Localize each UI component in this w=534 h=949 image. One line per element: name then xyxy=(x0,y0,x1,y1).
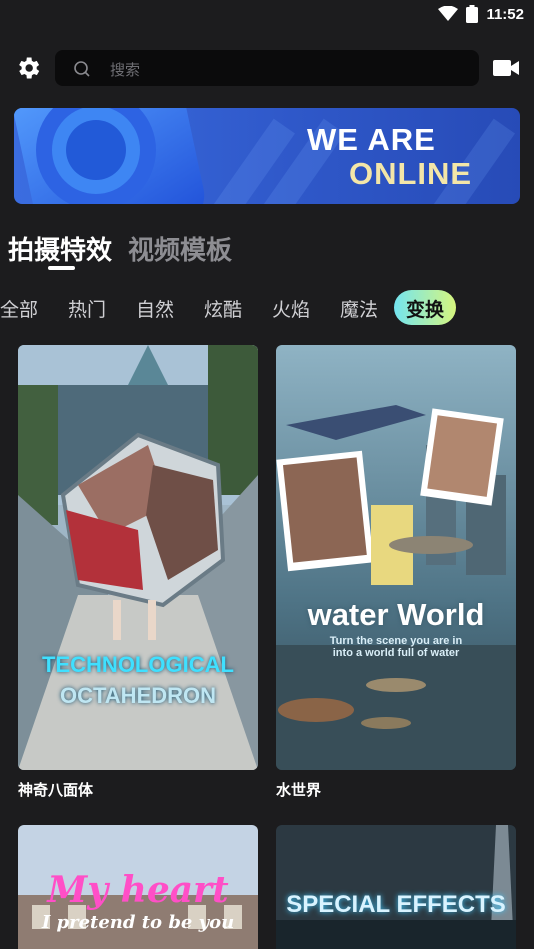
card-overlay-title: My heart xyxy=(47,869,229,911)
gear-icon[interactable] xyxy=(14,54,42,82)
battery-icon xyxy=(466,5,479,23)
wifi-icon xyxy=(438,6,459,21)
card-overlay-line2: OCTAHEDRON xyxy=(59,683,217,708)
search-icon xyxy=(74,61,90,77)
card-overlay-title: water World xyxy=(307,597,485,632)
category-fire[interactable]: 火焰 xyxy=(272,295,310,322)
category-transform[interactable]: 变换 xyxy=(394,290,457,325)
card-thumbnail xyxy=(276,825,516,949)
card-overlay-line1: TECHNOLOGICAL xyxy=(42,652,234,677)
tab-templates[interactable]: 视频模板 xyxy=(128,230,232,267)
card-overlay-sub: I pretend to be you xyxy=(41,912,235,933)
lens-center xyxy=(66,120,126,180)
effect-card[interactable]: water World Turn the scene you are in in… xyxy=(276,345,516,770)
search-placeholder: 搜索 xyxy=(110,61,141,79)
category-magic[interactable]: 魔法 xyxy=(340,295,378,322)
video-camera-icon[interactable] xyxy=(492,56,520,80)
category-nature[interactable]: 自然 xyxy=(136,295,174,322)
main-tabs: 拍摄特效 视频模板 xyxy=(8,230,232,267)
search-input[interactable]: 搜索 xyxy=(55,50,479,86)
category-hot[interactable]: 热门 xyxy=(68,295,106,322)
top-bar: 搜索 xyxy=(0,48,534,88)
banner-line1: WE ARE xyxy=(307,122,436,157)
card-thumbnail xyxy=(276,345,516,770)
category-row: 全部 热门 自然 炫酷 火焰 魔法 变换 xyxy=(0,290,534,326)
status-bar: 11:52 xyxy=(0,0,534,30)
card-title: 水世界 xyxy=(276,781,322,799)
status-time: 11:52 xyxy=(486,5,524,23)
card-overlay-sub1: Turn the scene you are in xyxy=(329,635,463,647)
banner-line2: ONLINE xyxy=(349,156,473,191)
card-title: 神奇八面体 xyxy=(18,781,94,799)
effect-card[interactable]: My heart I pretend to be you xyxy=(18,825,258,949)
category-all[interactable]: 全部 xyxy=(0,295,38,322)
category-cool[interactable]: 炫酷 xyxy=(204,295,242,322)
card-overlay-sub2: into a world full of water xyxy=(332,647,460,659)
effect-card[interactable]: SPECIAL EFFECTS xyxy=(276,825,516,949)
tab-effects[interactable]: 拍摄特效 xyxy=(8,230,112,267)
tab-indicator xyxy=(48,266,75,270)
card-overlay-title: SPECIAL EFFECTS xyxy=(286,891,506,918)
promo-banner[interactable]: WE ARE ONLINE xyxy=(14,108,520,204)
effect-card[interactable]: TECHNOLOGICAL OCTAHEDRON xyxy=(18,345,258,770)
